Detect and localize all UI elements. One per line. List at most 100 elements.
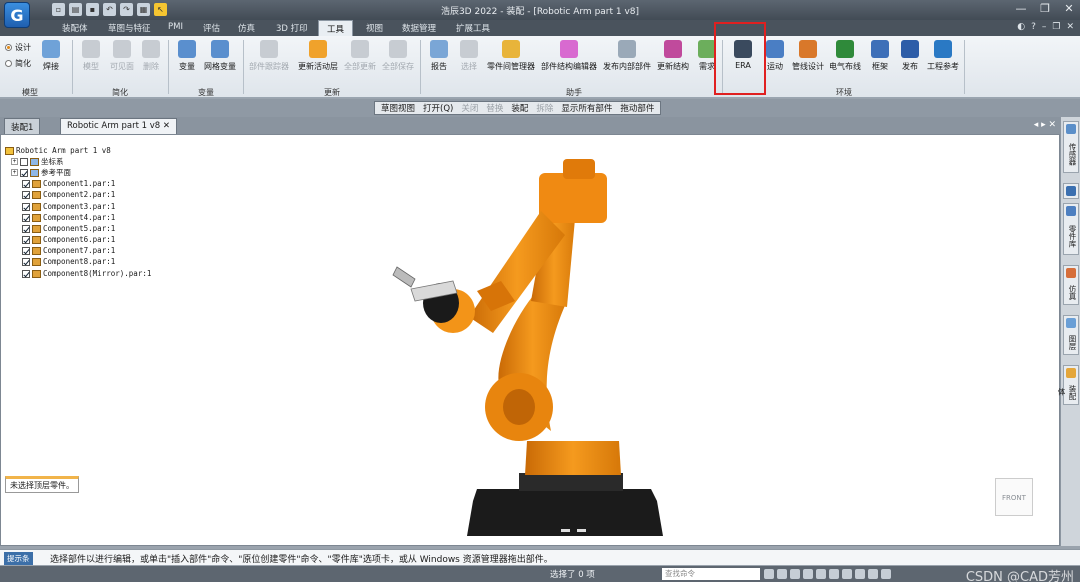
weld-button[interactable]: 焊接 [42, 40, 60, 72]
inter-part-manager-button[interactable]: 零件间管理器 [487, 40, 535, 72]
command-search-input[interactable]: 查找命令 [662, 568, 760, 580]
app-logo-icon[interactable]: G [4, 2, 30, 28]
structure-editor-button[interactable]: 部件结构编辑器 [541, 40, 597, 72]
sketch-view-button[interactable]: 草图视图 [381, 102, 415, 114]
tree-component[interactable]: Component8.par:1 [5, 257, 151, 268]
view-cube-front[interactable]: FRONT [995, 478, 1033, 516]
drag-part-button[interactable]: 拖动部件 [620, 102, 654, 114]
open-command-button[interactable]: 打开(Q) [423, 102, 453, 114]
expand-icon[interactable]: + [11, 169, 18, 177]
visibility-checkbox[interactable] [22, 236, 30, 245]
design-mode-option[interactable]: 设计 [5, 42, 31, 53]
tab-data-management[interactable]: 数据管理 [402, 22, 436, 34]
tree-ref-planes[interactable]: + 参考平面 [5, 167, 151, 178]
publish-internal-button[interactable]: 发布内部部件 [603, 40, 651, 72]
piping-design-button[interactable]: 管线设计 [792, 40, 824, 72]
tree-component[interactable]: Component4.par:1 [5, 212, 151, 223]
visibility-checkbox[interactable] [22, 180, 30, 189]
doc-tab-robotic-arm[interactable]: Robotic Arm part 1 v8 ✕ [60, 118, 178, 134]
delete-button[interactable]: 删除 [142, 40, 160, 72]
minimize-button[interactable]: — [1014, 2, 1028, 15]
view-orient-icon[interactable] [829, 569, 839, 579]
visibility-checkbox[interactable] [22, 269, 30, 278]
tab-tools[interactable]: 工具 [318, 20, 354, 36]
visibility-checkbox[interactable] [22, 224, 30, 233]
visible-faces-button[interactable]: 可见面 [110, 40, 134, 72]
side-tab-simulation[interactable]: 仿真 [1063, 265, 1079, 305]
tab-pmi[interactable]: PMI [168, 22, 183, 32]
zoom-area-icon[interactable] [764, 569, 774, 579]
visibility-checkbox[interactable] [20, 168, 28, 177]
graphics-window[interactable]: Robotic Arm part 1 v8 + 坐标系 + 参考平面 Compone… [0, 134, 1060, 546]
tree-component[interactable]: Component2.par:1 [5, 190, 151, 201]
visibility-checkbox[interactable] [22, 191, 30, 200]
simplify-mode-option[interactable]: 简化 [5, 58, 31, 69]
side-tab-parts-library[interactable]: 零件库 [1063, 203, 1079, 255]
tab-scroll-arrows-icon[interactable]: ◂ ▸ ✕ [1034, 120, 1056, 130]
side-tab-assembly[interactable]: 装配体 [1057, 365, 1079, 405]
maximize-button[interactable]: ❐ [1038, 2, 1052, 15]
doc-restore-button[interactable]: ❐ [1052, 22, 1060, 32]
save-all-button[interactable]: 全部保存 [382, 40, 414, 72]
select-tool-button[interactable]: 选择 [460, 40, 478, 72]
update-active-layer-button[interactable]: 更新活动层 [298, 40, 338, 72]
tab-evaluate[interactable]: 评估 [203, 22, 220, 34]
tab-sketch-feature[interactable]: 草图与特征 [108, 22, 151, 34]
zoom-icon[interactable] [777, 569, 787, 579]
tab-3d-print[interactable]: 3D 打印 [276, 22, 308, 34]
close-command-button[interactable]: 关闭 [461, 102, 478, 114]
side-tab-sensors[interactable]: 传感器 [1063, 121, 1079, 173]
tab-simulation[interactable]: 仿真 [238, 22, 255, 34]
shading-icon[interactable] [842, 569, 852, 579]
settings-icon[interactable] [881, 569, 891, 579]
tree-component[interactable]: Component8(Mirror).par:1 [5, 268, 151, 279]
part-tracker-button[interactable]: 部件跟踪器 [249, 40, 289, 72]
replace-command-button[interactable]: 替换 [486, 102, 503, 114]
tree-component[interactable]: Component1.par:1 [5, 179, 151, 190]
tree-component[interactable]: Component3.par:1 [5, 201, 151, 212]
engineering-reference-button[interactable]: 工程参考 [927, 40, 959, 72]
fit-icon[interactable] [790, 569, 800, 579]
publish-internal-icon [618, 40, 636, 58]
electrical-routing-button[interactable]: 电气布线 [829, 40, 861, 72]
tree-component[interactable]: Component7.par:1 [5, 246, 151, 257]
report-button[interactable]: 报告 [430, 40, 448, 72]
tree-root[interactable]: Robotic Arm part 1 v8 [5, 145, 151, 156]
section-icon[interactable] [868, 569, 878, 579]
update-all-button[interactable]: 全部更新 [344, 40, 376, 72]
visibility-checkbox[interactable] [22, 247, 30, 256]
update-structure-button[interactable]: 更新结构 [657, 40, 689, 72]
simplify-model-button[interactable]: 模型 [82, 40, 100, 72]
motion-button[interactable]: 运动 [766, 40, 784, 72]
expand-icon[interactable]: + [11, 158, 18, 166]
doc-tab-assembly1[interactable]: 装配1 [4, 118, 41, 134]
disassemble-command-button[interactable]: 拆除 [536, 102, 553, 114]
help-icon[interactable]: ? [1031, 22, 1036, 32]
doc-minimize-button[interactable]: – [1042, 22, 1047, 32]
side-tab-help[interactable] [1063, 183, 1079, 199]
tree-component[interactable]: Component5.par:1 [5, 223, 151, 234]
grid-variable-button[interactable]: 网格变量 [204, 40, 236, 72]
robotic-arm-model[interactable] [381, 151, 701, 543]
frame-button[interactable]: 框架 [871, 40, 889, 72]
close-button[interactable]: ✕ [1062, 2, 1076, 15]
side-tab-layers[interactable]: 图层 [1063, 315, 1079, 355]
tab-assembly[interactable]: 装配体 [62, 22, 88, 34]
display-icon[interactable] [855, 569, 865, 579]
tab-extensions[interactable]: 扩展工具 [456, 22, 490, 34]
show-all-parts-button[interactable]: 显示所有部件 [561, 102, 612, 114]
tab-view[interactable]: 视图 [366, 22, 383, 34]
tree-coord-system[interactable]: + 坐标系 [5, 156, 151, 167]
visibility-checkbox[interactable] [20, 157, 28, 166]
theme-icon[interactable]: ◐ [1017, 22, 1025, 32]
assemble-command-button[interactable]: 装配 [511, 102, 528, 114]
publish-button[interactable]: 发布 [901, 40, 919, 72]
tree-component[interactable]: Component6.par:1 [5, 235, 151, 246]
visibility-checkbox[interactable] [22, 213, 30, 222]
visibility-checkbox[interactable] [22, 258, 30, 267]
visibility-checkbox[interactable] [22, 202, 30, 211]
doc-close-button[interactable]: ✕ [1066, 22, 1074, 32]
rotate-icon[interactable] [816, 569, 826, 579]
variable-button[interactable]: 变量 [178, 40, 196, 72]
pan-icon[interactable] [803, 569, 813, 579]
